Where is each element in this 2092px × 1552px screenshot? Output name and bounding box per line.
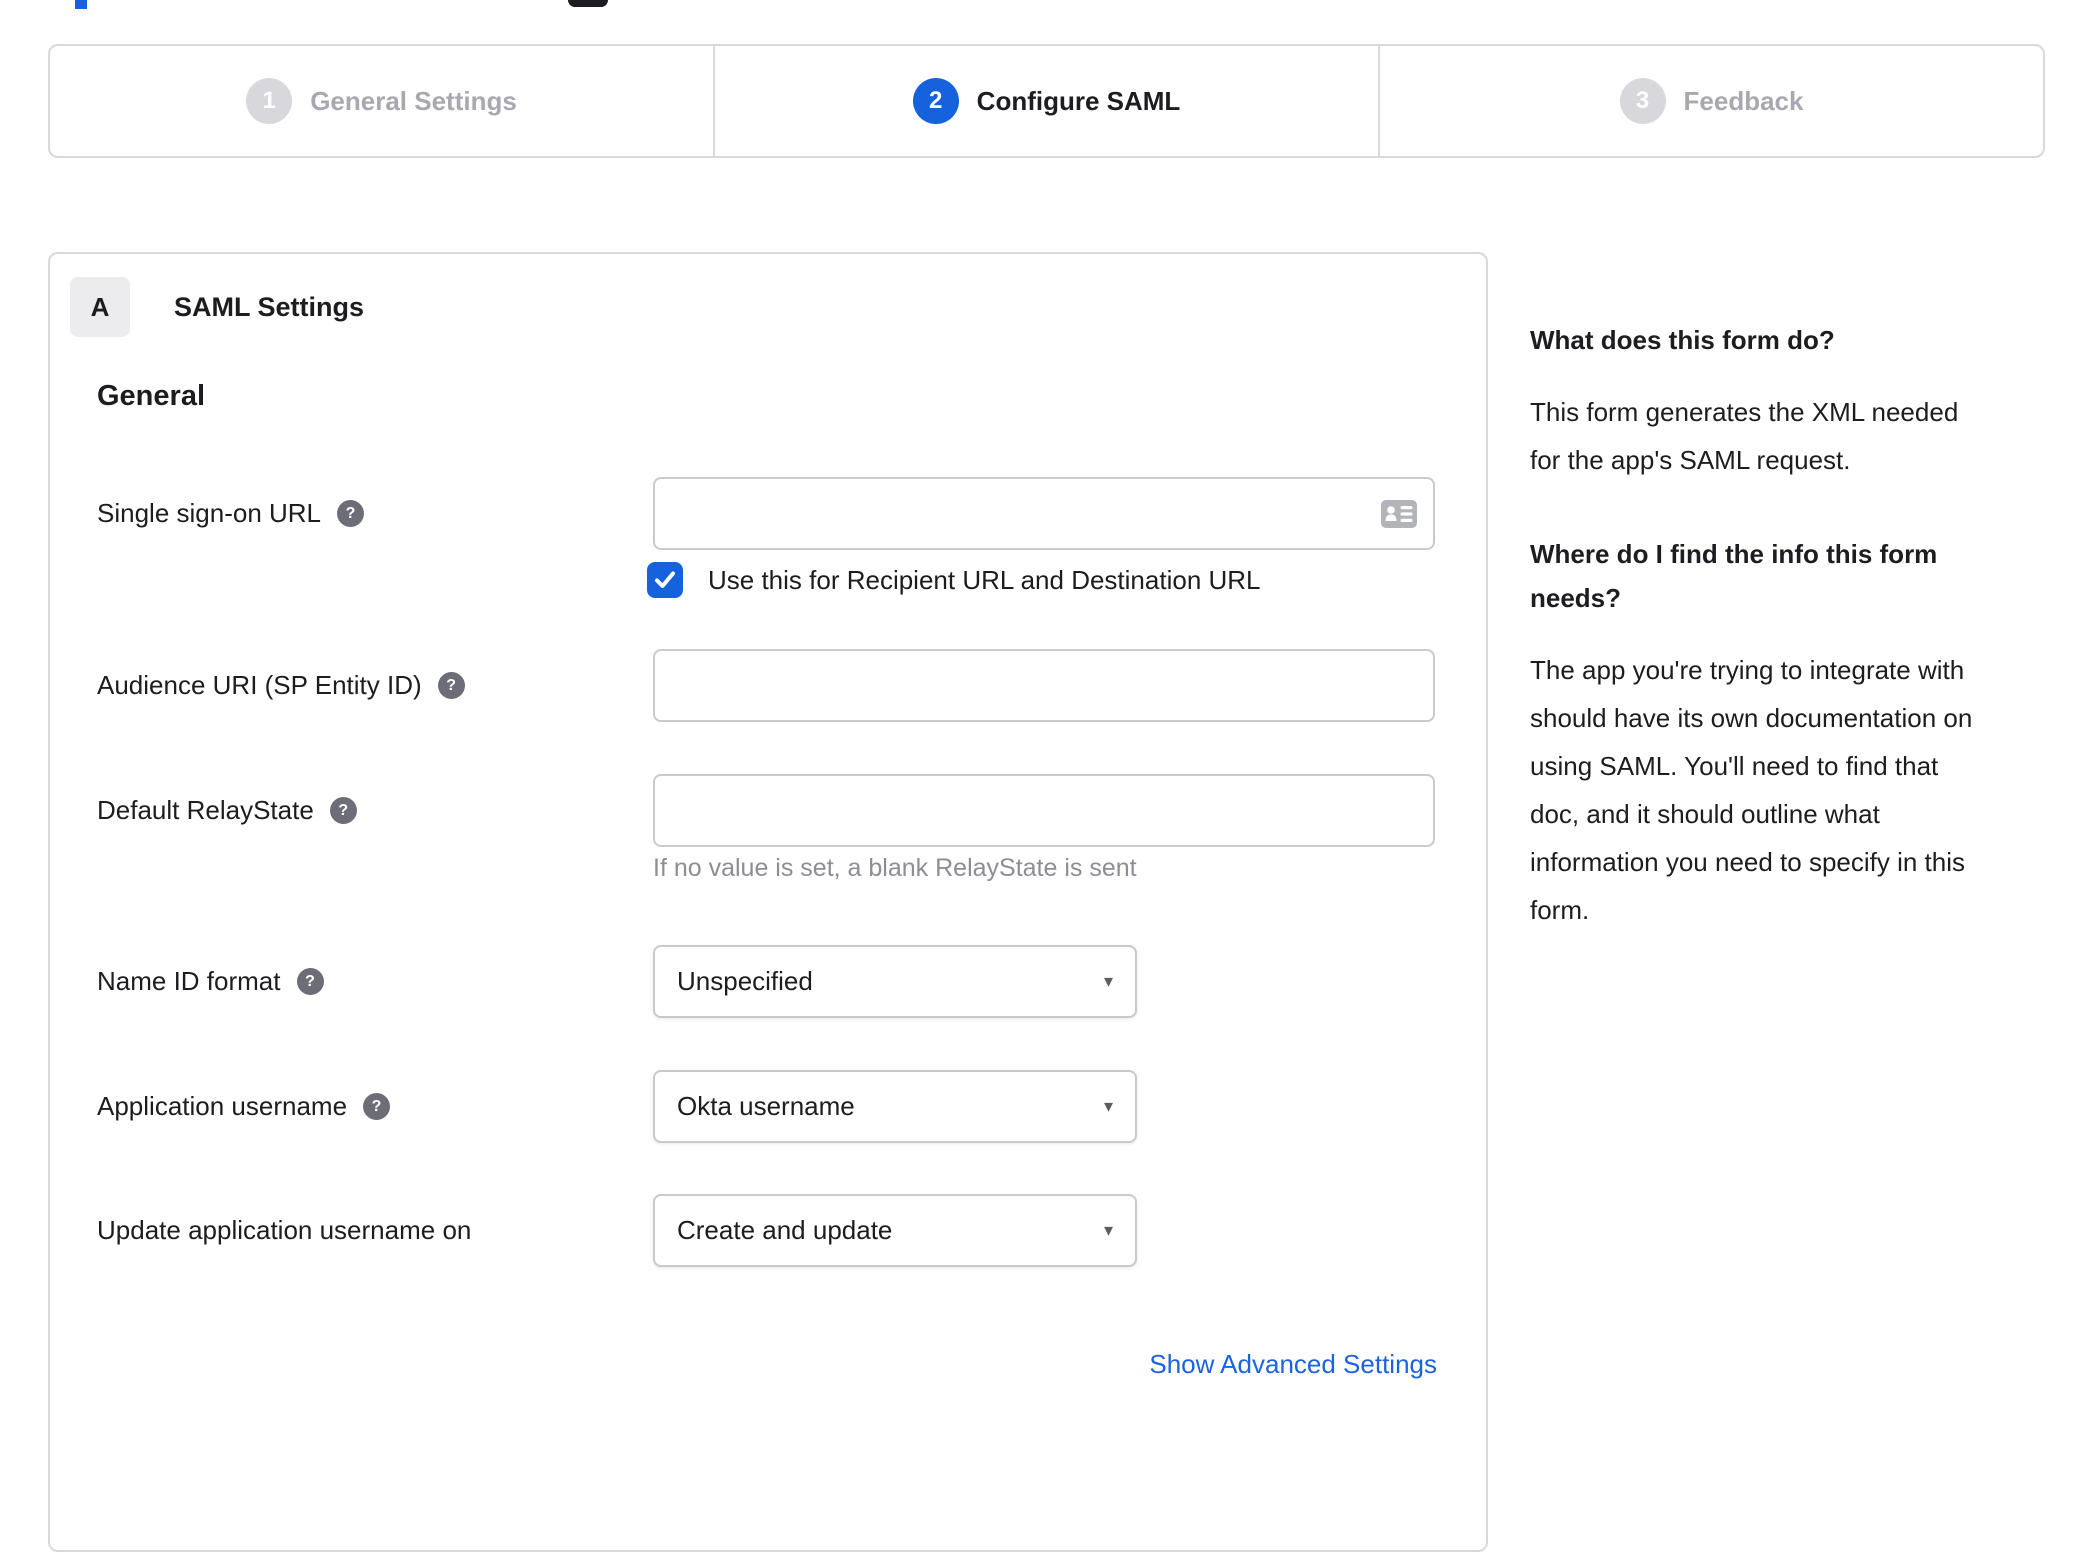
help-paragraph-1: This form generates the XML needed for t… bbox=[1530, 397, 1959, 475]
application-username-select[interactable]: Okta username ▾ bbox=[653, 1070, 1137, 1143]
label-text: Single sign-on URL bbox=[97, 498, 322, 528]
label-text: Update application username on bbox=[97, 1215, 472, 1245]
section-a-badge: A bbox=[70, 277, 130, 337]
sso-url-input[interactable] bbox=[653, 477, 1435, 550]
step-label: Configure SAML bbox=[976, 85, 1181, 116]
help-icon[interactable]: ? bbox=[337, 500, 365, 527]
update-username-label: Update application username on bbox=[97, 1194, 642, 1267]
help-icon[interactable]: ? bbox=[363, 1093, 391, 1120]
help-sidebar: What does this form do? This form genera… bbox=[1530, 318, 2075, 982]
step-number-badge: 3 bbox=[1619, 78, 1666, 124]
sso-url-label: Single sign-on URL ? bbox=[97, 477, 642, 550]
recipient-url-checkbox[interactable] bbox=[647, 562, 683, 598]
step-label: General Settings bbox=[310, 85, 517, 116]
section-title: SAML Settings bbox=[174, 291, 365, 322]
help-heading-2: Where do I find the info this form needs… bbox=[1530, 539, 1938, 613]
name-id-format-label: Name ID format ? bbox=[97, 945, 642, 1018]
general-group-heading: General bbox=[97, 380, 205, 412]
label-text: Name ID format bbox=[97, 966, 281, 996]
audience-uri-input[interactable] bbox=[653, 649, 1435, 722]
cropped-blue-fragment bbox=[75, 0, 87, 9]
step-number-badge: 1 bbox=[246, 78, 293, 124]
select-value: Okta username bbox=[677, 1091, 855, 1121]
help-icon[interactable]: ? bbox=[437, 672, 465, 699]
help-paragraph-2: The app you're trying to integrate with … bbox=[1530, 655, 1973, 925]
recipient-url-checkbox-row: Use this for Recipient URL and Destinati… bbox=[647, 560, 1261, 600]
update-username-select[interactable]: Create and update ▾ bbox=[653, 1194, 1137, 1267]
step-general-settings[interactable]: 1 General Settings bbox=[50, 46, 713, 156]
relaystate-input[interactable] bbox=[653, 774, 1435, 847]
show-advanced-settings-link[interactable]: Show Advanced Settings bbox=[1149, 1349, 1437, 1380]
select-value: Unspecified bbox=[677, 966, 813, 996]
label-text: Audience URI (SP Entity ID) bbox=[97, 670, 422, 700]
relaystate-hint: If no value is set, a blank RelayState i… bbox=[653, 854, 1137, 882]
select-value: Create and update bbox=[677, 1215, 893, 1245]
step-label: Feedback bbox=[1683, 85, 1804, 116]
step-number-badge: 2 bbox=[912, 78, 959, 124]
contact-card-icon bbox=[1381, 500, 1417, 528]
cropped-dark-fragment bbox=[568, 0, 608, 7]
step-feedback[interactable]: 3 Feedback bbox=[1378, 46, 2043, 156]
chevron-down-icon: ▾ bbox=[1103, 971, 1113, 991]
label-text: Application username bbox=[97, 1091, 348, 1121]
checkbox-label: Use this for Recipient URL and Destinati… bbox=[708, 564, 1261, 595]
label-text: Default RelayState bbox=[97, 795, 314, 825]
name-id-format-select[interactable]: Unspecified ▾ bbox=[653, 945, 1137, 1018]
wizard-stepper: 1 General Settings 2 Configure SAML 3 Fe… bbox=[48, 44, 2045, 158]
chevron-down-icon: ▾ bbox=[1103, 1096, 1113, 1116]
help-icon[interactable]: ? bbox=[296, 968, 324, 995]
help-heading-1: What does this form do? bbox=[1530, 325, 1835, 355]
step-configure-saml[interactable]: 2 Configure SAML bbox=[713, 46, 1378, 156]
panel-header: A SAML Settings bbox=[70, 277, 364, 337]
relaystate-label: Default RelayState ? bbox=[97, 774, 642, 847]
saml-settings-panel: A SAML Settings General Single sign-on U… bbox=[48, 252, 1488, 1552]
audience-uri-label: Audience URI (SP Entity ID) ? bbox=[97, 649, 642, 722]
application-username-label: Application username ? bbox=[97, 1070, 642, 1143]
checkmark-icon bbox=[655, 571, 675, 588]
chevron-down-icon: ▾ bbox=[1103, 1220, 1113, 1240]
help-icon[interactable]: ? bbox=[329, 797, 357, 824]
